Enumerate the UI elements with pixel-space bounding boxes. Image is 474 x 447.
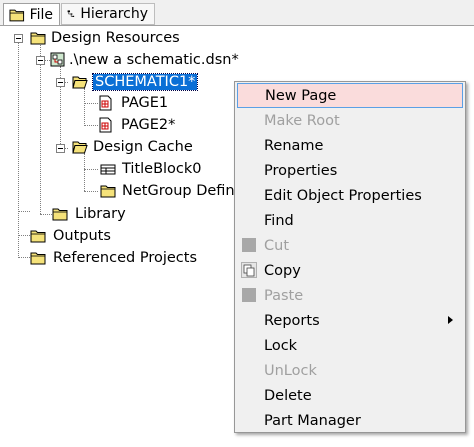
menu-item-lock[interactable]: Lock — [237, 333, 463, 358]
tab-file-label: File — [29, 6, 53, 23]
tree-item-page2[interactable]: PAGE2* — [98, 115, 175, 135]
tree-line — [84, 153, 85, 191]
tree-item-label: TitleBlock0 — [122, 161, 202, 177]
tree-item-design-cache[interactable]: Design Cache — [72, 137, 193, 157]
collapse-toggle[interactable] — [36, 56, 45, 65]
schematic-page-icon — [99, 117, 112, 133]
tree-item-label: Outputs — [53, 228, 111, 244]
tree-item-label: PAGE2* — [121, 117, 176, 133]
collapse-toggle[interactable] — [56, 78, 65, 87]
tab-bar: File Hierarchy — [0, 0, 474, 26]
open-folder-icon — [72, 76, 88, 89]
folder-icon — [30, 252, 46, 265]
tree-item-schematic[interactable]: SCHEMATIC1* — [72, 72, 199, 92]
tree-line — [18, 211, 30, 212]
menu-item-unlock[interactable]: UnLock — [237, 358, 463, 383]
tree-item-page1[interactable]: PAGE1 — [98, 93, 168, 113]
tree-line — [84, 88, 85, 126]
tree-item-label: PAGE1 — [121, 95, 169, 111]
tree-item-library[interactable]: Library — [52, 204, 126, 224]
tree-item-label: Referenced Projects — [53, 250, 197, 266]
copy-icon — [241, 262, 257, 278]
tree-item-design-file[interactable]: .\new a schematic.dsn* — [50, 50, 239, 70]
tree-line — [84, 169, 98, 170]
submenu-arrow-icon — [448, 316, 453, 324]
menu-item-new-page[interactable]: New Page — [237, 83, 463, 108]
tab-hierarchy[interactable]: Hierarchy — [61, 3, 155, 25]
tree-item-label: NetGroup Defin — [122, 183, 235, 199]
schematic-design-icon — [50, 52, 65, 67]
tree-item-netgroup[interactable]: NetGroup Defin — [100, 181, 235, 201]
menu-item-cut[interactable]: Cut — [237, 233, 463, 258]
tree-item-label-selected: SCHEMATIC1* — [91, 73, 199, 91]
tree-item-label: Library — [75, 206, 126, 222]
folder-icon — [30, 230, 46, 243]
collapse-toggle[interactable] — [14, 34, 23, 43]
hierarchy-icon — [67, 10, 75, 17]
menu-item-paste[interactable]: Paste — [237, 283, 463, 308]
menu-item-find[interactable]: Find — [237, 208, 463, 233]
menu-item-copy[interactable]: Copy — [237, 258, 463, 283]
tree-line — [18, 42, 19, 258]
tree-line — [84, 125, 98, 126]
titleblock-icon — [100, 164, 116, 175]
tab-hierarchy-label: Hierarchy — [80, 6, 148, 22]
collapse-toggle[interactable] — [56, 144, 65, 153]
tree-item-label: Design Resources — [51, 30, 180, 46]
folder-icon — [9, 9, 25, 21]
tab-file[interactable]: File — [3, 3, 60, 25]
tree-item-outputs[interactable]: Outputs — [30, 226, 111, 246]
menu-item-make-root[interactable]: Make Root — [237, 108, 463, 133]
tree-line — [40, 42, 41, 214]
tree-item-label: Design Cache — [93, 139, 193, 155]
menu-item-edit-object-properties[interactable]: Edit Object Properties — [237, 183, 463, 208]
menu-item-properties[interactable]: Properties — [237, 158, 463, 183]
menu-item-delete[interactable]: Delete — [237, 383, 463, 408]
tree-line — [40, 214, 52, 215]
tree-item-design-resources[interactable]: Design Resources — [30, 28, 180, 48]
menu-item-reports[interactable]: Reports — [237, 308, 463, 333]
tree-line — [84, 103, 98, 104]
folder-icon — [52, 208, 68, 221]
tree-item-label: .\new a schematic.dsn* — [69, 52, 239, 68]
paste-icon — [242, 288, 256, 302]
schematic-page-icon — [99, 95, 112, 111]
folder-icon — [100, 185, 116, 198]
menu-item-rename[interactable]: Rename — [237, 133, 463, 158]
cut-icon — [242, 238, 256, 252]
tree-item-titleblock[interactable]: TitleBlock0 — [100, 159, 202, 179]
folder-icon — [30, 32, 46, 45]
open-folder-icon — [72, 141, 88, 154]
menu-item-part-manager[interactable]: Part Manager — [237, 408, 463, 433]
tree-line — [84, 191, 98, 192]
context-menu: New Page Make Root Rename Properties Edi… — [234, 81, 466, 433]
tree-line — [18, 257, 30, 258]
tree-item-referenced-projects[interactable]: Referenced Projects — [30, 248, 197, 268]
tree-line — [18, 235, 30, 236]
